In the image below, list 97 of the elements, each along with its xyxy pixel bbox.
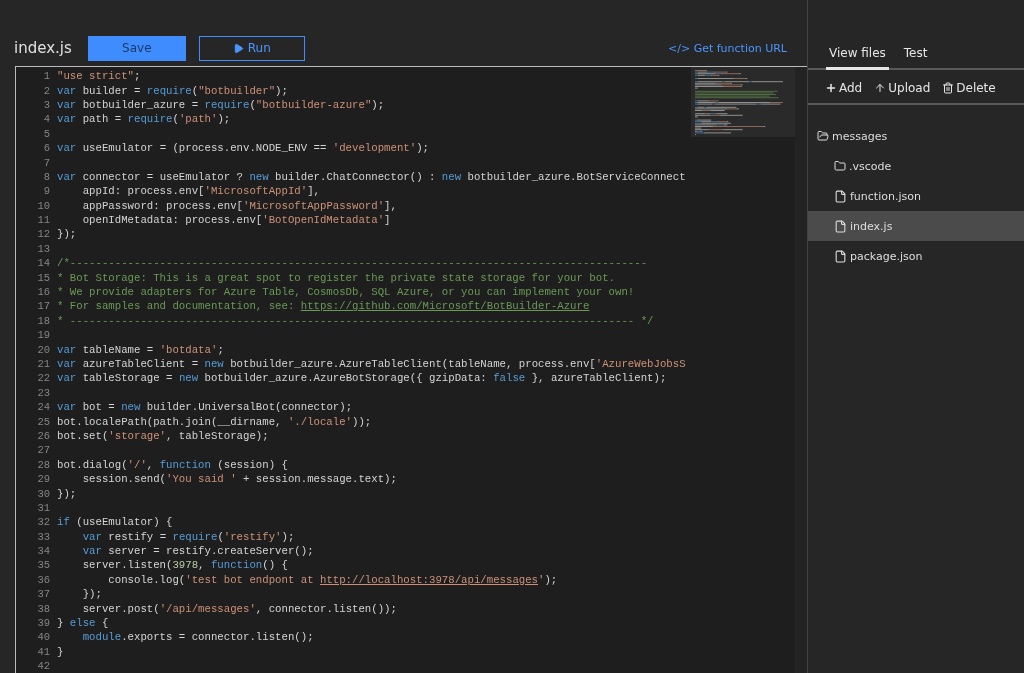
code-line: * We provide adapters for Azure Table, CosmosDb, SQL Azure, or you can implement your own! xyxy=(57,286,635,299)
line-number: 21 xyxy=(36,358,50,370)
code-line: * Bot Storage: This is a great spot to register the private state storage for your bot. xyxy=(57,271,615,284)
code-line: server.post('/api/messages', connector.listen()); xyxy=(81,602,397,615)
play-icon xyxy=(232,42,244,54)
code-line: module.exports = connector.listen(); xyxy=(81,631,314,644)
line-number: 32 xyxy=(36,516,50,529)
code-line: var useEmulator = (process.env.NODE_ENV == 'development'); xyxy=(57,142,429,155)
file-tree-item[interactable]: package.json xyxy=(808,241,1024,271)
code-line: if (useEmulator) { xyxy=(57,516,173,529)
file-icon xyxy=(834,249,847,263)
code-line: "use strict"; xyxy=(57,70,141,83)
file-icon xyxy=(834,219,847,233)
code-line: bot.set('storage', tableStorage); xyxy=(57,429,269,442)
add-button[interactable]: Add xyxy=(825,81,863,95)
line-number: 10 xyxy=(36,199,50,212)
line-number: 22 xyxy=(36,372,50,385)
line-number: 38 xyxy=(36,602,50,615)
line-number: 42 xyxy=(36,660,50,673)
code-line: session.send('You said ' + session.message.text); xyxy=(81,473,397,486)
function-url-link[interactable]: </> Get function URL xyxy=(668,41,787,55)
line-number: 24 xyxy=(36,401,50,414)
line-number: 6 xyxy=(42,142,50,155)
code-line: bot.dialog('/', function (session) { xyxy=(57,458,288,471)
line-number: 30 xyxy=(36,487,50,500)
line-number: 16 xyxy=(36,286,50,299)
line-number: 9 xyxy=(42,185,50,198)
line-number: 17 xyxy=(36,300,50,313)
code-line: appPassword: process.env['MicrosoftAppPassword'], xyxy=(81,199,397,212)
line-number: 35 xyxy=(36,559,50,572)
code-line: console.log('test bot endpont at http://localhost:3978/api/messages'); xyxy=(107,573,558,586)
line-number: 19 xyxy=(36,329,50,342)
file-tree-item[interactable]: function.json xyxy=(808,181,1024,211)
line-number: 1 xyxy=(42,70,50,83)
code-line: appId: process.env['MicrosoftAppId'], xyxy=(81,185,320,198)
code-line: var bot = new builder.UniversalBot(connector); xyxy=(57,401,353,414)
line-number: 8 xyxy=(42,170,50,183)
line-number: 3 xyxy=(42,98,50,111)
file-tree-item[interactable]: index.js xyxy=(808,211,1024,241)
trash-icon xyxy=(942,82,955,94)
line-number: 41 xyxy=(36,645,50,658)
arrow-up-icon xyxy=(874,82,887,94)
save-button[interactable]: Save xyxy=(87,35,186,61)
line-number: 36 xyxy=(36,573,50,586)
code-line: openIdMetadata: process.env['BotOpenIdMetadata'] xyxy=(81,214,391,227)
line-number: 14 xyxy=(36,257,50,270)
line-number: 18 xyxy=(36,314,50,327)
line-number: 31 xyxy=(36,501,50,514)
line-number: 33 xyxy=(36,530,50,543)
line-number: 2 xyxy=(42,84,50,97)
code-line: bot.localePath(path.join(__dirname, './locale')); xyxy=(57,415,372,428)
upload-button[interactable]: Upload xyxy=(874,81,931,95)
line-number: 27 xyxy=(36,444,50,457)
code-line: var server = restify.createServer(); xyxy=(81,545,314,558)
line-number: 40 xyxy=(36,631,50,644)
line-number: 12 xyxy=(36,228,50,241)
code-line: var connector = useEmulator ? new builder.ChatConnector() : new botbuilder_azure.BotServiceConnect xyxy=(57,170,686,183)
file-title: index.js xyxy=(14,39,72,57)
line-number: 25 xyxy=(36,415,50,428)
line-number: 28 xyxy=(36,458,50,471)
file-icon xyxy=(834,189,847,203)
code-line: var builder = require("botbuilder"); xyxy=(57,84,288,97)
file-tree-item[interactable]: .vscode xyxy=(808,151,1024,181)
code-line: var restify = require('restify'); xyxy=(81,530,295,543)
code-line: var azureTableClient = new botbuilder_azure.AzureTableClient(tableName, process.env['AzureWebJobsS xyxy=(57,358,686,370)
line-number: 20 xyxy=(36,343,50,356)
line-number: 39 xyxy=(36,617,50,630)
line-number: 15 xyxy=(36,271,50,284)
line-number: 5 xyxy=(42,127,50,140)
code-line: * For samples and documentation, see: https://github.com/Microsoft/BotBuilder-Azure xyxy=(57,300,590,313)
line-number: 13 xyxy=(36,242,50,255)
line-number: 23 xyxy=(36,386,50,399)
line-number: 26 xyxy=(36,429,50,442)
plus-icon xyxy=(825,82,837,94)
code-line: /*------------------------------------------------------------------------------------------ xyxy=(57,257,648,270)
code-line: var botbuilder_azure = require("botbuilder-azure"); xyxy=(57,98,385,111)
code-line: }); xyxy=(81,588,102,601)
code-line: } xyxy=(57,645,64,658)
file-tree-item[interactable]: messages xyxy=(808,121,1024,151)
code-line: } else { xyxy=(57,617,109,630)
code-line: }); xyxy=(57,487,77,500)
line-number: 4 xyxy=(42,113,50,126)
delete-button[interactable]: Delete xyxy=(942,81,996,95)
code-line: var path = require('path'); xyxy=(57,113,231,126)
line-number: 29 xyxy=(36,473,50,486)
line-number: 7 xyxy=(42,156,50,169)
panel-tab[interactable]: Test xyxy=(900,46,931,70)
line-number: 11 xyxy=(36,214,50,227)
code-line: * ---------------------------------------------------------------------------------------- */ xyxy=(57,314,654,327)
code-line: var tableStorage = new botbuilder_azure.AzureBotStorage({ gzipData: false }, azureTableClient); xyxy=(57,372,667,385)
run-button[interactable]: Run xyxy=(198,35,305,61)
panel-tab[interactable]: View files xyxy=(826,46,889,70)
code-line: }); xyxy=(57,228,77,241)
line-number: 37 xyxy=(36,588,50,601)
code-line: var tableName = 'botdata'; xyxy=(57,343,224,356)
code-line: server.listen(3978, function() { xyxy=(81,559,288,572)
line-number: 34 xyxy=(36,545,50,558)
